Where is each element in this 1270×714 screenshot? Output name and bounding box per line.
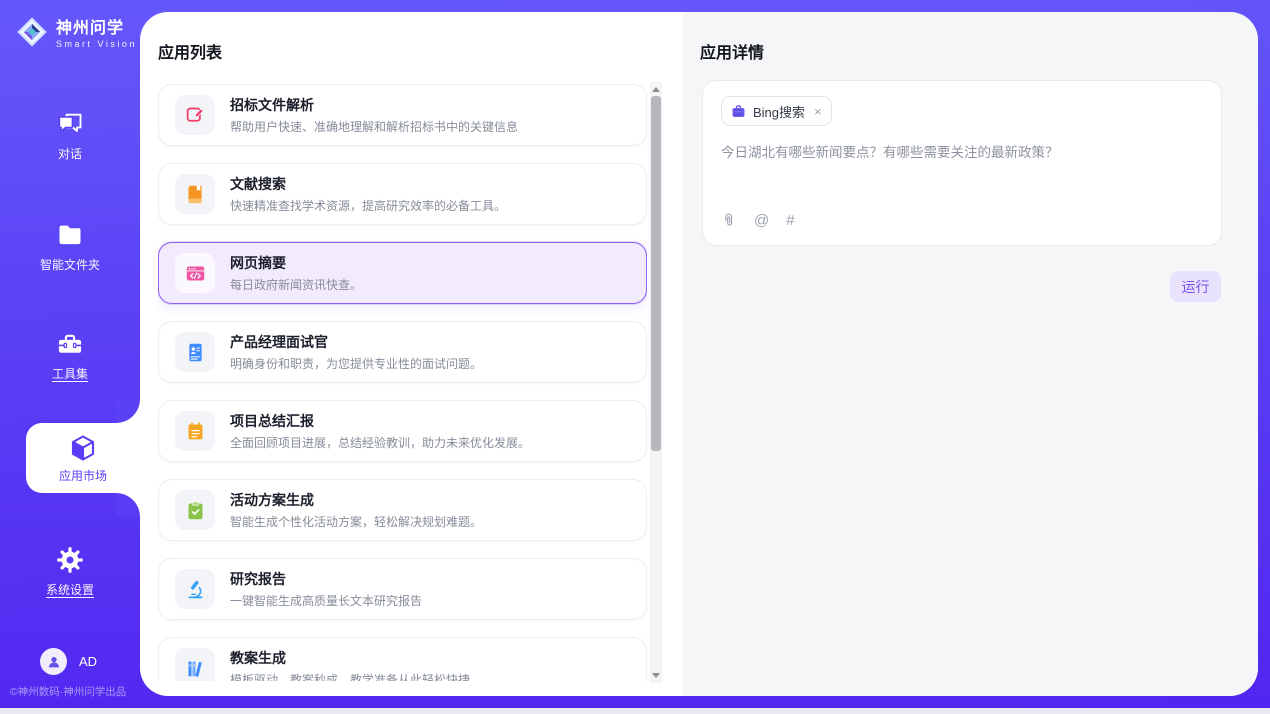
attachment-toolbar: @ # — [721, 212, 795, 229]
app-detail-title: 应用详情 — [700, 39, 764, 63]
main-content: 应用列表 招标文件解析 帮助用户快速、准确地理解和解析招标书中的关键信息 — [140, 12, 1258, 696]
sidebar-item-label: 系统设置 — [46, 581, 94, 598]
sidebar-item-settings[interactable]: 系统设置 — [0, 546, 140, 598]
app-card-name: 产品经理面试官 — [230, 332, 482, 352]
document-edit-icon — [175, 95, 215, 135]
sidebar-item-label: 应用市场 — [59, 467, 107, 484]
tool-tag-bing-search[interactable]: Bing搜索 × — [721, 96, 832, 126]
copyright-text: ©神州数码·神州问学出品 — [10, 684, 126, 699]
hash-icon[interactable]: # — [786, 212, 794, 229]
app-card-desc: 模板驱动，教案秒成，教学准备从此轻松快捷 — [230, 671, 470, 681]
app-card-web-summary[interactable]: 网页摘要 每日政府新闻资讯快查。 — [158, 242, 647, 304]
gear-icon — [56, 546, 84, 574]
chat-icon — [56, 110, 84, 138]
app-card-event-plan[interactable]: 活动方案生成 智能生成个性化活动方案，轻松解决规划难题。 — [158, 479, 647, 541]
prompt-input[interactable]: Bing搜索 × 今日湖北有哪些新闻要点？有哪些需要关注的最新政策？ @ # — [702, 80, 1222, 246]
app-card-desc: 明确身份和职责，为您提供专业性的面试问题。 — [230, 355, 482, 372]
app-list-scrollbar[interactable] — [650, 82, 662, 683]
app-card-name: 网页摘要 — [230, 253, 362, 273]
tab-fillet-bottom — [116, 493, 140, 517]
tool-tag-label: Bing搜索 — [753, 102, 805, 121]
brand-logo: 神州问学 Smart Vision — [16, 14, 137, 49]
app-card-name: 研究报告 — [230, 569, 422, 589]
sidebar-item-chat[interactable]: 对话 — [0, 110, 140, 162]
app-card-desc: 全面回顾项目进展，总结经验教训，助力未来优化发展。 — [230, 434, 530, 451]
app-card-name: 项目总结汇报 — [230, 411, 530, 431]
app-card-tender-analysis[interactable]: 招标文件解析 帮助用户快速、准确地理解和解析招标书中的关键信息 — [158, 84, 647, 146]
briefcase-icon — [731, 104, 746, 119]
sidebar-item-smart-folder[interactable]: 智能文件夹 — [0, 221, 140, 273]
book-icon — [175, 174, 215, 214]
sidebar: 神州问学 Smart Vision 对话 智能文件夹 — [0, 0, 140, 708]
clipboard-check-icon — [175, 490, 215, 530]
sidebar-item-app-market[interactable]: 应用市场 — [26, 423, 140, 493]
app-card-name: 招标文件解析 — [230, 95, 518, 115]
brand-subtitle: Smart Vision — [56, 39, 137, 49]
scrollbar-thumb[interactable] — [651, 96, 661, 451]
notepad-icon — [175, 411, 215, 451]
sidebar-item-label: 工具集 — [52, 365, 88, 382]
avatar — [40, 648, 67, 675]
folder-icon — [56, 221, 84, 249]
run-button[interactable]: 运行 — [1170, 271, 1221, 302]
diamond-logo-icon — [16, 16, 48, 48]
app-card-research-report[interactable]: 研究报告 一键智能生成高质量长文本研究报告 — [158, 558, 647, 620]
query-text[interactable]: 今日湖北有哪些新闻要点？有哪些需要关注的最新政策？ — [721, 143, 1201, 163]
app-card-pm-interviewer[interactable]: 产品经理面试官 明确身份和职责，为您提供专业性的面试问题。 — [158, 321, 647, 383]
microscope-icon — [175, 569, 215, 609]
sidebar-item-label: 对话 — [58, 145, 82, 162]
resume-icon — [175, 332, 215, 372]
app-card-desc: 一键智能生成高质量长文本研究报告 — [230, 592, 422, 609]
app-detail-panel: 应用详情 Bing搜索 × 今日湖北有哪些新闻要点？有哪些需要关注的最新政策？ — [683, 12, 1258, 696]
brand-name: 神州问学 — [56, 14, 137, 38]
app-card-desc: 每日政府新闻资讯快查。 — [230, 276, 362, 293]
app-card-desc: 智能生成个性化活动方案，轻松解决规划难题。 — [230, 513, 482, 530]
paperclip-icon[interactable] — [721, 213, 737, 229]
browser-code-icon — [175, 253, 215, 293]
app-card-name: 文献搜索 — [230, 174, 506, 194]
at-mention-icon[interactable]: @ — [754, 212, 769, 229]
app-card-name: 活动方案生成 — [230, 490, 482, 510]
sidebar-item-toolset[interactable]: 工具集 — [0, 330, 140, 382]
app-card-project-summary[interactable]: 项目总结汇报 全面回顾项目进展，总结经验教训，助力未来优化发展。 — [158, 400, 647, 462]
cube-icon — [68, 433, 98, 463]
tab-fillet-top — [116, 399, 140, 423]
app-card-name: 教案生成 — [230, 648, 470, 668]
app-card-desc: 快速精准查找学术资源，提高研究效率的必备工具。 — [230, 197, 506, 214]
user-account[interactable]: AD — [40, 648, 97, 675]
user-initials: AD — [79, 654, 97, 669]
close-icon[interactable]: × — [814, 105, 822, 118]
app-card-literature-search[interactable]: 文献搜索 快速精准查找学术资源，提高研究效率的必备工具。 — [158, 163, 647, 225]
app-card-desc: 帮助用户快速、准确地理解和解析招标书中的关键信息 — [230, 118, 518, 135]
app-card-lesson-plan[interactable]: 教案生成 模板驱动，教案秒成，教学准备从此轻松快捷 — [158, 637, 647, 681]
scroll-down-arrow[interactable] — [652, 673, 660, 678]
sidebar-item-label: 智能文件夹 — [40, 256, 100, 273]
app-list: 招标文件解析 帮助用户快速、准确地理解和解析招标书中的关键信息 文献搜索 快速精… — [158, 84, 647, 681]
app-list-title: 应用列表 — [158, 39, 222, 63]
toolbox-icon — [56, 330, 84, 358]
books-icon — [175, 648, 215, 681]
scroll-up-arrow[interactable] — [652, 87, 660, 92]
